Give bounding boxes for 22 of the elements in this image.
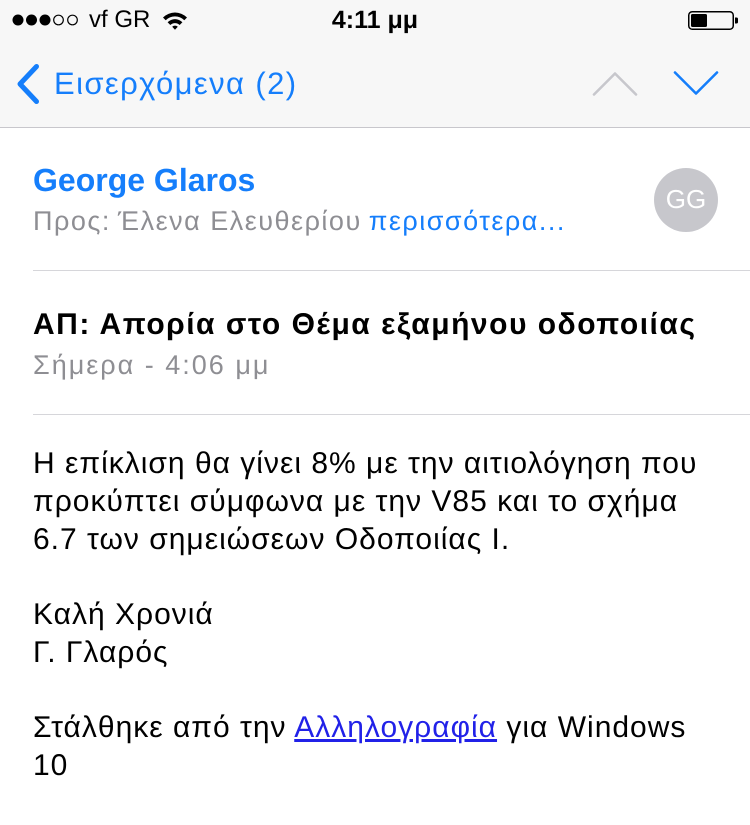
- chevron-left-icon: [16, 64, 40, 104]
- chevron-down-icon: [673, 71, 719, 96]
- recipient-name: Έλενα Ελευθερίου: [118, 205, 362, 238]
- message-date: Σήμερα - 4:06 μμ: [33, 349, 272, 382]
- next-message-button[interactable]: [673, 71, 719, 96]
- signal-icon: [12, 14, 79, 26]
- battery-icon: [688, 10, 738, 30]
- chevron-up-icon: [592, 71, 638, 96]
- message-subject: ΑΠ: Απορία στο Θέμα εξαμήνου οδοποιίας: [33, 307, 698, 343]
- signature-line: Καλή Χρονιά: [33, 597, 215, 633]
- signature-line: Γ. Γλαρός: [33, 635, 170, 671]
- sent-from-line: Στάλθηκε από την Αλληλογραφία για Windows 10: [33, 710, 688, 784]
- wifi-icon: [162, 10, 188, 30]
- back-button[interactable]: Εισερχόμενα (2): [16, 64, 298, 104]
- message-paragraph: Η επίκλιση θα γίνει 8% με την αιτιολόγηση που προκύπτει σύμφωνα με την V85 και το σχήμα 6.7 των σημειώσεων Οδοποιίας Ι.: [33, 446, 698, 558]
- more-link[interactable]: περισσότερα...: [368, 204, 566, 238]
- to-label: Προς:: [33, 205, 111, 238]
- status-time: 4:11 μμ: [332, 6, 418, 34]
- sender-name[interactable]: George Glaros: [33, 161, 256, 199]
- avatar: GG: [654, 168, 718, 232]
- mail-app-link[interactable]: Αλληλογραφία: [294, 711, 498, 744]
- carrier-name: vf GR: [89, 6, 150, 34]
